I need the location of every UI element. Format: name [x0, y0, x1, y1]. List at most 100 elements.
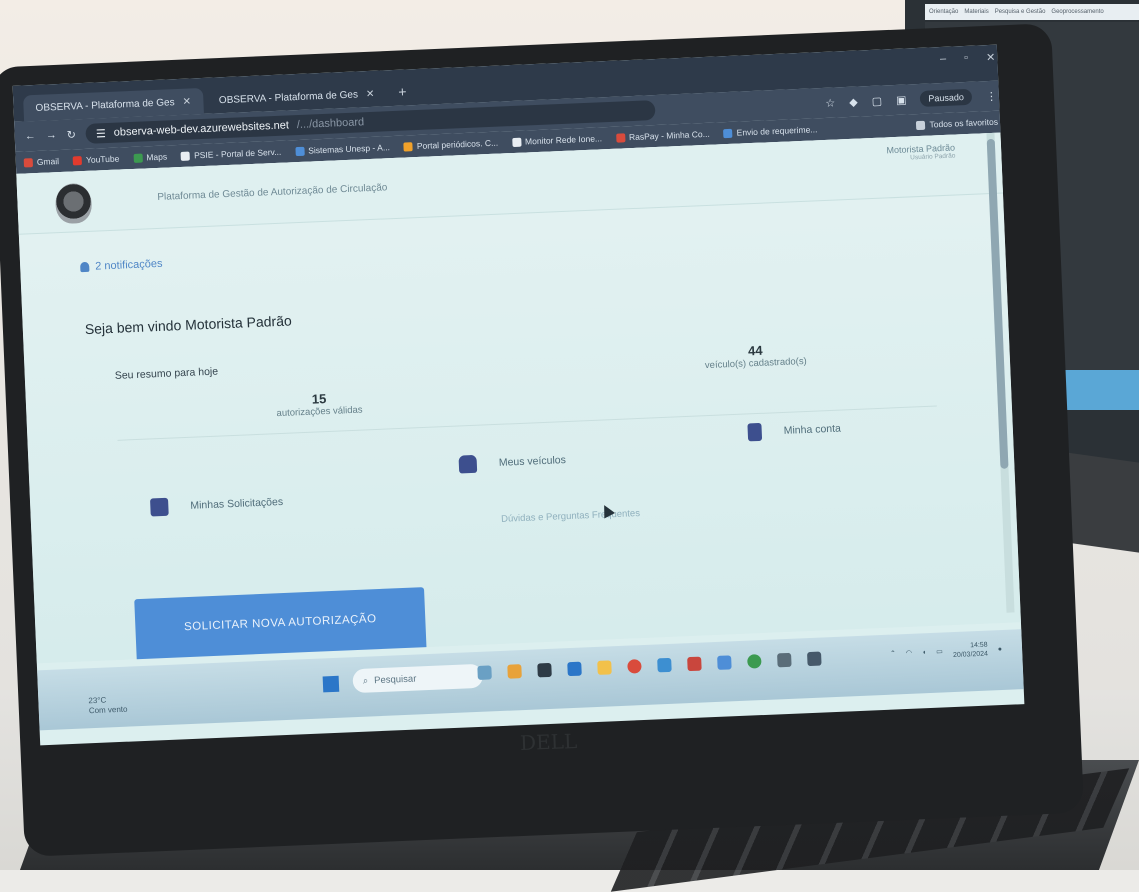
user-menu[interactable]: Motorista Padrão Usuário Padrão	[886, 143, 955, 163]
bookmark-icon	[723, 128, 733, 138]
bookmark-label: Envio de requerime...	[736, 124, 818, 138]
background-monitor-tabs: Orientação Materiais Pesquisa e Gestão G…	[925, 4, 1139, 20]
minimize-icon[interactable]: –	[940, 53, 947, 66]
taskbar-clock[interactable]: 14:58 20/03/2024	[952, 641, 988, 660]
weather-widget[interactable]: 23°C Com vento	[88, 695, 127, 717]
bg-tab: Materiais	[964, 9, 989, 15]
tab-title: OBSERVA - Plataforma de Ges	[35, 96, 175, 114]
puzzle-icon[interactable]: ▢	[871, 94, 882, 107]
search-icon: ⌕	[362, 675, 369, 687]
speaker-icon[interactable]: ◖	[922, 649, 927, 656]
stat-label: autorizações válidas	[276, 404, 363, 420]
bookmark-label: Sistemas Unesp - A...	[308, 142, 391, 156]
card-label: Minha conta	[783, 422, 842, 437]
card-my-account[interactable]: Minha conta	[747, 420, 841, 442]
bookmark-icon	[615, 132, 626, 143]
card-my-vehicles[interactable]: Meus veículos	[458, 451, 567, 474]
app-icon[interactable]	[657, 657, 672, 673]
bookmark-item[interactable]: Maps	[133, 152, 167, 163]
app-icon[interactable]	[567, 661, 582, 677]
bookmark-item[interactable]: RasPay - Minha Co...	[615, 128, 710, 143]
star-icon[interactable]: ☆	[825, 96, 835, 109]
widgets-icon[interactable]	[477, 665, 492, 680]
laptop-screen: OBSERVA - Plataforma de Ges ✕ OBSERVA - …	[12, 44, 1025, 746]
app-icon[interactable]	[507, 664, 522, 679]
card-label: Meus veículos	[498, 454, 567, 469]
windows-start-icon[interactable]	[322, 675, 340, 693]
stat-vehicles: 44 veículo(s) cadastrado(s)	[704, 341, 807, 371]
bookmark-item[interactable]: Sistemas Unesp - A...	[295, 142, 390, 156]
close-icon[interactable]: ✕	[182, 96, 191, 107]
bookmark-item[interactable]: Monitor Rede Ione...	[511, 133, 603, 147]
new-tab-icon[interactable]: +	[390, 83, 415, 106]
close-window-icon[interactable]: ✕	[986, 51, 996, 64]
profile-pill[interactable]: Pausado	[920, 88, 973, 107]
bookmark-icon	[295, 146, 305, 156]
taskbar-search[interactable]: ⌕ Pesquisar	[352, 663, 484, 694]
search-placeholder: Pesquisar	[373, 673, 417, 686]
clock-date: 20/03/2024	[952, 650, 989, 660]
bookmark-label: RasPay - Minha Co...	[628, 128, 710, 143]
faq-link[interactable]: Dúvidas e Perguntas Frequentes	[501, 508, 640, 525]
bookmark-icon	[180, 151, 191, 161]
bookmark-label: Todos os favoritos	[929, 116, 999, 130]
bookmark-icon	[511, 137, 522, 147]
system-tray: ⌃ ◠ ◖ ▭ 14:58 20/03/2024 ●	[890, 640, 1003, 663]
notifications-link[interactable]: 2 notificações	[80, 258, 163, 273]
window-controls: – ▫ ✕	[940, 51, 996, 66]
card-label: Minhas Solicitações	[190, 495, 284, 512]
request-authorization-button[interactable]: SOLICITAR NOVA AUTORIZAÇÃO	[134, 587, 427, 660]
bg-tab: Orientação	[929, 9, 959, 15]
chevron-up-icon[interactable]: ⌃	[890, 649, 896, 657]
bookmark-item[interactable]: YouTube	[72, 153, 120, 166]
notifications-label: 2 notificações	[95, 257, 163, 273]
app-icon[interactable]	[537, 662, 552, 678]
battery-icon[interactable]: ▭	[936, 647, 943, 655]
chrome-icon[interactable]	[627, 659, 642, 674]
bookmark-icon	[403, 141, 414, 152]
bookmark-item[interactable]: PSIE - Portal de Serv...	[180, 147, 281, 161]
platform-title: Plataforma de Gestão de Autorização de C…	[157, 182, 388, 203]
close-icon[interactable]: ✕	[366, 88, 375, 99]
summary-label: Seu resumo para hoje	[114, 365, 219, 382]
menu-dots-icon[interactable]: ⋮	[986, 89, 997, 102]
wifi-icon[interactable]: ◠	[906, 649, 912, 657]
toolbar-actions: ☆ ◆ ▢ ▣ Pausado ⋮	[825, 88, 997, 111]
id-card-icon	[747, 422, 763, 442]
welcome-heading: Seja bem vindo Motorista Padrão	[84, 312, 293, 338]
reload-icon[interactable]: ↻	[66, 128, 76, 141]
app-icon[interactable]	[777, 652, 792, 668]
notification-bell-icon[interactable]: ●	[998, 645, 1003, 652]
extension-icon[interactable]: ◆	[849, 95, 858, 108]
app-icon[interactable]	[717, 655, 732, 670]
sidepanel-icon[interactable]: ▣	[896, 93, 907, 106]
web-page: Plataforma de Gestão de Autorização de C…	[16, 132, 1021, 664]
forward-arrow-icon[interactable]: →	[45, 129, 56, 141]
bookmark-label: Maps	[146, 151, 168, 163]
car-icon	[458, 454, 478, 474]
maximize-icon[interactable]: ▫	[964, 52, 968, 65]
taskbar-apps	[477, 651, 822, 680]
folder-icon	[916, 120, 926, 130]
app-icon[interactable]	[687, 656, 702, 672]
site-info-icon[interactable]: ☰	[96, 127, 106, 140]
bookmark-label: YouTube	[85, 153, 120, 165]
youtube-icon	[72, 155, 83, 165]
bookmark-item[interactable]: Gmail	[23, 156, 59, 168]
bookmark-label: Portal periódicos. C...	[416, 137, 499, 152]
gmail-icon	[23, 157, 34, 168]
tab-title: OBSERVA - Plataforma de Ges	[218, 88, 359, 106]
folder-icon[interactable]	[597, 660, 612, 675]
card-my-requests[interactable]: Minhas Solicitações	[150, 493, 283, 517]
stat-authorizations: 15 autorizações válidas	[276, 390, 363, 420]
bookmark-label: Monitor Rede Ione...	[524, 133, 603, 147]
bookmark-item[interactable]: Envio de requerime...	[723, 124, 818, 138]
back-arrow-icon[interactable]: ←	[24, 130, 35, 142]
whatsapp-icon[interactable]	[747, 654, 762, 669]
bg-tab: Geoprocessamento	[1051, 9, 1104, 15]
all-bookmarks[interactable]: Todos os favoritos	[916, 117, 998, 130]
app-icon[interactable]	[807, 651, 822, 667]
url-text: observa-web-dev.azurewebsites.net	[113, 119, 290, 139]
bookmark-item[interactable]: Portal periódicos. C...	[403, 137, 499, 152]
url-path: /.../dashboard	[296, 116, 365, 132]
